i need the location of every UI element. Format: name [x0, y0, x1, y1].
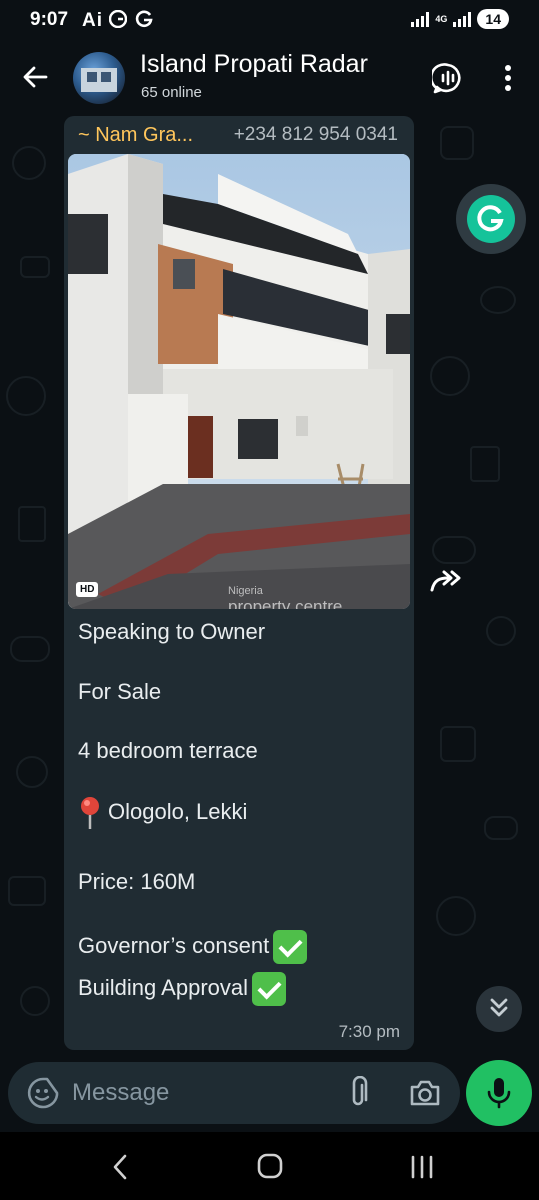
voice-message-button[interactable]: [466, 1060, 532, 1126]
message-line: Speaking to Owner: [78, 619, 266, 644]
message-time: 7:30 pm: [338, 1022, 400, 1041]
cell-signal-icon: [453, 11, 472, 27]
battery-indicator: 14: [477, 9, 509, 29]
message-input[interactable]: [72, 1075, 322, 1111]
forward-icon[interactable]: [426, 566, 468, 598]
sender-name[interactable]: ~ Nam Gra...: [78, 124, 193, 147]
location-pin-icon: [81, 797, 99, 829]
battery-level: 14: [485, 11, 501, 27]
check-mark-icon: [273, 930, 308, 964]
chat-title[interactable]: Island Propati Radar: [140, 50, 368, 79]
status-extra-indicators: Ai: [82, 9, 154, 32]
ai-indicator: Ai: [82, 10, 103, 31]
property-photo[interactable]: HD Nigeria property centre: [68, 154, 410, 609]
message-line: For Sale: [78, 679, 162, 704]
system-nav-bar: [0, 1132, 539, 1200]
group-call-icon[interactable]: [432, 62, 464, 94]
microphone-icon: [487, 1078, 511, 1109]
google-icon: [135, 10, 153, 28]
house-image: [68, 154, 410, 609]
camera-icon[interactable]: [408, 1077, 442, 1109]
paperclip-icon[interactable]: [344, 1076, 372, 1110]
sticker-icon[interactable]: [26, 1076, 60, 1110]
nav-back-icon[interactable]: [108, 1152, 132, 1182]
chevron-double-down-icon: [490, 998, 508, 1017]
message-line-approval: Building Approval: [78, 972, 287, 1006]
grammarly-status-icon: [109, 9, 128, 29]
group-avatar[interactable]: [73, 52, 125, 104]
wifi-signal-icon: [411, 11, 430, 27]
message-line: Price: 160M: [78, 869, 196, 894]
grammarly-icon: [467, 195, 515, 243]
hd-badge: HD: [76, 582, 99, 597]
message-bubble[interactable]: ~ Nam Gra... +234 812 954 0341 HD Nigeri…: [64, 116, 414, 1050]
sender-phone[interactable]: +234 812 954 0341: [234, 124, 398, 146]
check-mark-icon: [252, 972, 287, 1006]
arrow-left-icon[interactable]: [20, 62, 50, 92]
grammarly-button[interactable]: [456, 184, 526, 254]
message-line-consent: Governor’s consent: [78, 930, 308, 964]
status-time: 9:07: [30, 9, 69, 30]
watermark: Nigeria property centre: [228, 585, 343, 609]
status-bar: 9:07 Ai 4G 14: [0, 0, 539, 40]
scroll-to-bottom-button[interactable]: [476, 986, 522, 1032]
network-type-label: 4G: [435, 13, 448, 24]
online-count: 65 online: [141, 84, 202, 101]
message-composer: [8, 1062, 460, 1124]
chat-header: Island Propati Radar 65 online: [0, 40, 539, 116]
message-line-location: Ologolo, Lekki: [78, 796, 247, 830]
status-right-icons: 4G 14: [411, 9, 509, 29]
more-vertical-icon[interactable]: [498, 62, 518, 94]
nav-recents-icon[interactable]: [408, 1154, 436, 1180]
nav-home-icon[interactable]: [256, 1152, 284, 1180]
message-line: 4 bedroom terrace: [78, 738, 258, 763]
